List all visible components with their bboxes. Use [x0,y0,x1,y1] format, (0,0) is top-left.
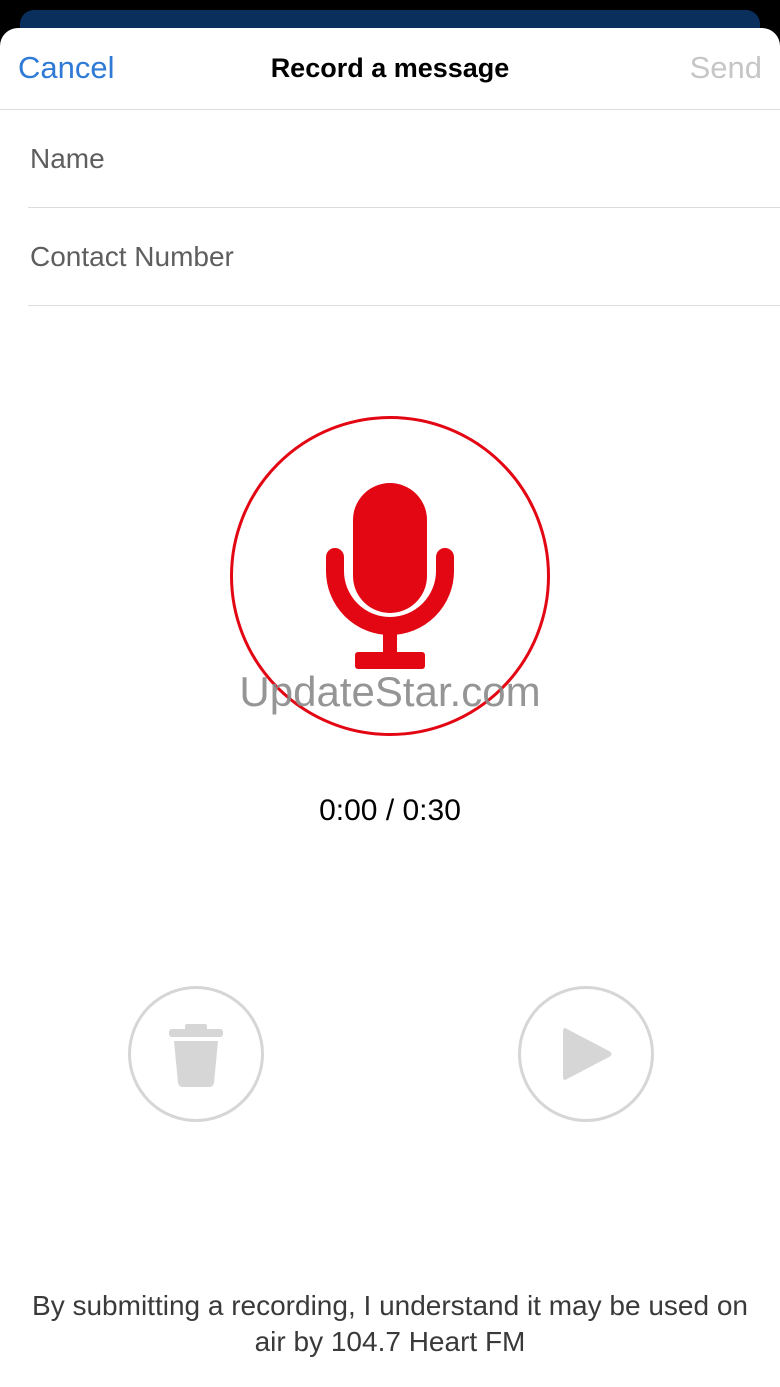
page-title: Record a message [270,53,510,83]
delete-recording-button[interactable] [128,986,264,1122]
recording-timer: 0:00 / 0:30 [319,794,461,827]
name-field-row [28,110,780,208]
record-message-sheet: Cancel Record a message Send UpdateStar.… [0,28,780,1387]
name-input[interactable] [28,110,780,207]
disclaimer-text: By submitting a recording, I understand … [32,1290,748,1357]
play-icon [563,1028,612,1080]
watermark: UpdateStar.com [239,668,541,715]
nav-bar: Cancel Record a message Send [0,28,780,110]
send-button[interactable]: Send [690,50,762,86]
play-recording-button[interactable] [518,986,654,1122]
trash-icon [169,1024,223,1087]
contact-field-row [28,208,780,306]
contact-number-input[interactable] [28,208,780,305]
